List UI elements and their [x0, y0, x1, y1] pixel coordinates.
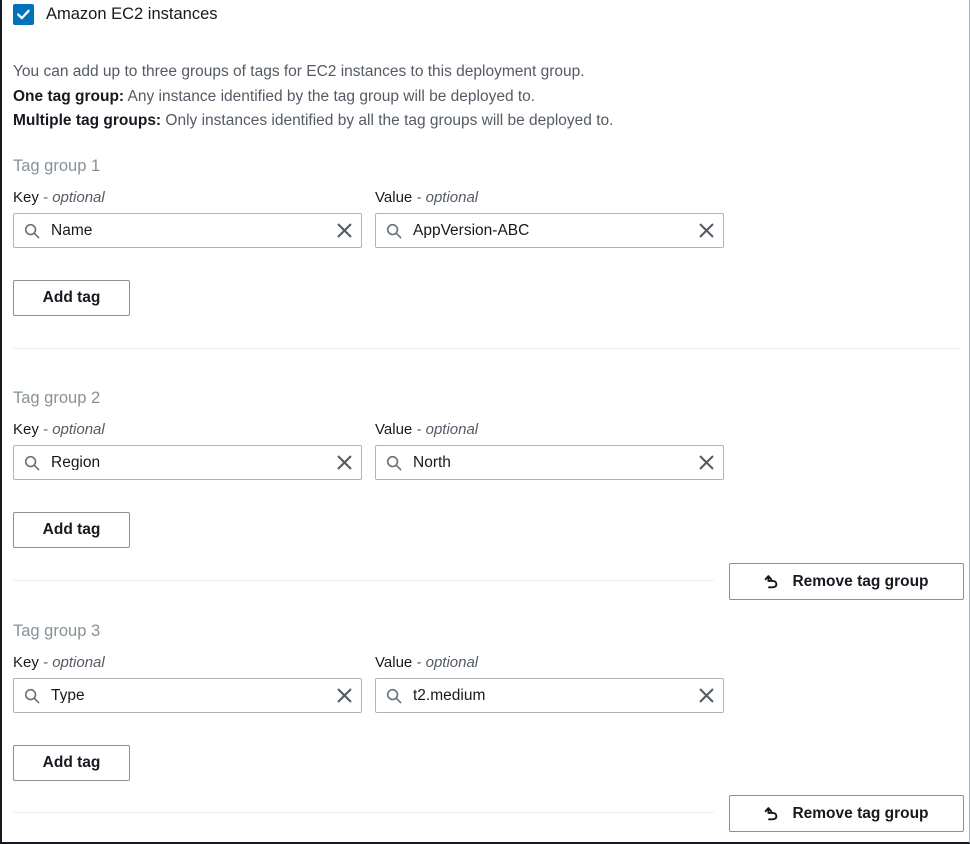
search-icon — [386, 688, 402, 704]
tag-group-3-key-input[interactable]: Type — [13, 678, 362, 713]
undo-arrow-icon — [764, 573, 781, 590]
ec2-tag-groups-panel: Amazon EC2 instances You can add up to t… — [0, 0, 970, 844]
clear-x-icon[interactable] — [336, 687, 353, 704]
tag-group-2-key-value: Region — [51, 455, 336, 471]
tag-group-3-key-value: Type — [51, 688, 336, 704]
tag-group-2-title: Tag group 2 — [13, 389, 100, 408]
multiple-tag-groups-label: Multiple tag groups: — [13, 112, 161, 129]
tag-group-3-remove-label: Remove tag group — [792, 805, 928, 823]
search-icon — [24, 688, 40, 704]
tag-group-2-add-tag-button[interactable]: Add tag — [13, 512, 130, 548]
clear-x-icon[interactable] — [698, 454, 715, 471]
amazon-ec2-instances-checkbox[interactable] — [13, 4, 34, 25]
tag-group-2-value-input[interactable]: North — [375, 445, 724, 480]
tag-group-3-value-field: Value - optional t2.medium — [375, 654, 724, 713]
amazon-ec2-instances-checkbox-row[interactable]: Amazon EC2 instances — [13, 4, 218, 25]
description-line-2: One tag group: Any instance identified b… — [13, 85, 613, 110]
clear-x-icon[interactable] — [698, 222, 715, 239]
search-icon — [386, 223, 402, 239]
tag-group-1-value-input[interactable]: AppVersion-ABC — [375, 213, 724, 248]
tag-group-2-remove-label: Remove tag group — [792, 573, 928, 591]
tag-group-3-value-input[interactable]: t2.medium — [375, 678, 724, 713]
tag-group-1-value-field: Value - optional AppVersion-ABC — [375, 189, 724, 248]
tag-group-2-key-label: Key - optional — [13, 421, 362, 438]
tag-group-1-key-label: Key - optional — [13, 189, 362, 206]
description-line-3: Multiple tag groups: Only instances iden… — [13, 109, 613, 134]
one-tag-group-label: One tag group: — [13, 88, 124, 105]
search-icon — [24, 223, 40, 239]
check-icon — [16, 7, 31, 22]
one-tag-group-text: Any instance identified by the tag group… — [124, 88, 535, 105]
description-line-1: You can add up to three groups of tags f… — [13, 60, 613, 85]
tag-group-2-key-input[interactable]: Region — [13, 445, 362, 480]
undo-arrow-icon — [764, 805, 781, 822]
divider-2 — [13, 580, 714, 581]
divider-1 — [13, 348, 960, 349]
search-icon — [24, 455, 40, 471]
tag-group-1-title: Tag group 1 — [13, 157, 100, 176]
clear-x-icon[interactable] — [698, 687, 715, 704]
tag-group-1-value-value: AppVersion-ABC — [413, 223, 698, 239]
clear-x-icon[interactable] — [336, 222, 353, 239]
tag-group-3-add-tag-button[interactable]: Add tag — [13, 745, 130, 781]
tag-group-1-key-value: Name — [51, 223, 336, 239]
tag-group-2-remove-button[interactable]: Remove tag group — [729, 563, 964, 600]
tag-group-3-key-label: Key - optional — [13, 654, 362, 671]
tag-group-1-value-label: Value - optional — [375, 189, 724, 206]
tag-group-1-key-field: Key - optional Name — [13, 189, 362, 248]
tag-group-3-title: Tag group 3 — [13, 622, 100, 641]
tag-group-3-remove-button[interactable]: Remove tag group — [729, 795, 964, 832]
clear-x-icon[interactable] — [336, 454, 353, 471]
tag-group-2-value-value: North — [413, 455, 698, 471]
tag-group-3-key-field: Key - optional Type — [13, 654, 362, 713]
description-text: You can add up to three groups of tags f… — [13, 60, 613, 134]
multiple-tag-groups-text: Only instances identified by all the tag… — [161, 112, 613, 129]
tag-group-3-value-value: t2.medium — [413, 688, 698, 704]
tag-group-1-key-input[interactable]: Name — [13, 213, 362, 248]
tag-group-1-add-tag-button[interactable]: Add tag — [13, 280, 130, 316]
tag-group-2-value-label: Value - optional — [375, 421, 724, 438]
tag-group-3-value-label: Value - optional — [375, 654, 724, 671]
search-icon — [386, 455, 402, 471]
divider-3 — [13, 812, 714, 813]
tag-group-2-value-field: Value - optional North — [375, 421, 724, 480]
tag-group-2-key-field: Key - optional Region — [13, 421, 362, 480]
amazon-ec2-instances-label: Amazon EC2 instances — [46, 6, 218, 23]
